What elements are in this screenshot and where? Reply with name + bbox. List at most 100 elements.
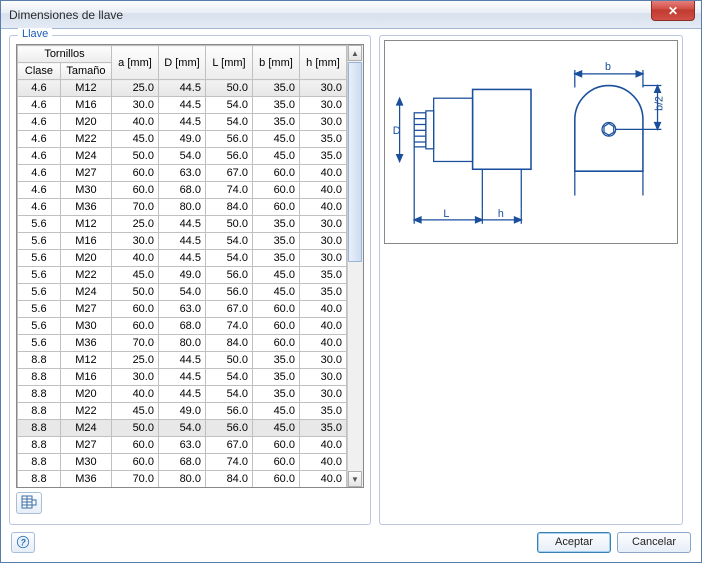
cell-L[interactable]: 50.0 — [205, 80, 252, 97]
cell-tamano[interactable]: M30 — [60, 182, 111, 199]
table-row[interactable]: 8.8M2450.054.056.045.035.0 — [18, 420, 347, 437]
cell-tamano[interactable]: M12 — [60, 216, 111, 233]
cell-b[interactable]: 35.0 — [252, 369, 299, 386]
cell-clase[interactable]: 5.6 — [18, 335, 61, 352]
cell-D[interactable]: 44.5 — [158, 80, 205, 97]
cell-h[interactable]: 40.0 — [299, 301, 346, 318]
cell-b[interactable]: 35.0 — [252, 97, 299, 114]
table-options-button[interactable] — [16, 492, 42, 514]
cell-D[interactable]: 68.0 — [158, 454, 205, 471]
cell-D[interactable]: 68.0 — [158, 182, 205, 199]
cell-tamano[interactable]: M36 — [60, 471, 111, 488]
cell-L[interactable]: 56.0 — [205, 403, 252, 420]
cell-a[interactable]: 45.0 — [111, 403, 158, 420]
cell-b[interactable]: 45.0 — [252, 267, 299, 284]
cell-D[interactable]: 49.0 — [158, 267, 205, 284]
cell-a[interactable]: 50.0 — [111, 420, 158, 437]
cell-b[interactable]: 35.0 — [252, 386, 299, 403]
cell-clase[interactable]: 4.6 — [18, 165, 61, 182]
table-row[interactable]: 4.6M1630.044.554.035.030.0 — [18, 97, 347, 114]
cell-b[interactable]: 45.0 — [252, 403, 299, 420]
cell-tamano[interactable]: M22 — [60, 131, 111, 148]
cell-b[interactable]: 45.0 — [252, 284, 299, 301]
cell-a[interactable]: 30.0 — [111, 369, 158, 386]
col-tamano[interactable]: Tamaño — [60, 63, 111, 80]
cell-h[interactable]: 30.0 — [299, 250, 346, 267]
cell-D[interactable]: 63.0 — [158, 301, 205, 318]
cell-tamano[interactable]: M20 — [60, 386, 111, 403]
cell-L[interactable]: 67.0 — [205, 437, 252, 454]
help-button[interactable]: ? — [11, 532, 35, 553]
cell-D[interactable]: 54.0 — [158, 148, 205, 165]
cell-b[interactable]: 60.0 — [252, 318, 299, 335]
cell-L[interactable]: 84.0 — [205, 199, 252, 216]
cell-h[interactable]: 40.0 — [299, 318, 346, 335]
cell-tamano[interactable]: M27 — [60, 301, 111, 318]
cell-L[interactable]: 56.0 — [205, 267, 252, 284]
col-b[interactable]: b [mm] — [252, 46, 299, 80]
table-row[interactable]: 5.6M3670.080.084.060.040.0 — [18, 335, 347, 352]
table-row[interactable]: 5.6M3060.068.074.060.040.0 — [18, 318, 347, 335]
cell-tamano[interactable]: M16 — [60, 97, 111, 114]
cell-L[interactable]: 74.0 — [205, 182, 252, 199]
cell-tamano[interactable]: M22 — [60, 267, 111, 284]
cell-tamano[interactable]: M16 — [60, 233, 111, 250]
cell-tamano[interactable]: M12 — [60, 80, 111, 97]
cell-D[interactable]: 80.0 — [158, 199, 205, 216]
dimensions-table[interactable]: Tornillos a [mm] D [mm] L [mm] b [mm] h … — [17, 45, 347, 487]
cell-D[interactable]: 44.5 — [158, 369, 205, 386]
cell-h[interactable]: 40.0 — [299, 454, 346, 471]
cell-L[interactable]: 67.0 — [205, 165, 252, 182]
table-row[interactable]: 8.8M2040.044.554.035.030.0 — [18, 386, 347, 403]
table-row[interactable]: 4.6M2245.049.056.045.035.0 — [18, 131, 347, 148]
cell-b[interactable]: 60.0 — [252, 454, 299, 471]
cell-clase[interactable]: 4.6 — [18, 80, 61, 97]
cell-tamano[interactable]: M16 — [60, 369, 111, 386]
cell-h[interactable]: 30.0 — [299, 386, 346, 403]
cell-b[interactable]: 60.0 — [252, 199, 299, 216]
cell-L[interactable]: 56.0 — [205, 420, 252, 437]
table-row[interactable]: 5.6M2760.063.067.060.040.0 — [18, 301, 347, 318]
cell-L[interactable]: 54.0 — [205, 386, 252, 403]
cell-a[interactable]: 30.0 — [111, 97, 158, 114]
cell-D[interactable]: 49.0 — [158, 131, 205, 148]
cell-clase[interactable]: 4.6 — [18, 199, 61, 216]
cell-h[interactable]: 30.0 — [299, 369, 346, 386]
cell-D[interactable]: 44.5 — [158, 97, 205, 114]
cell-L[interactable]: 50.0 — [205, 216, 252, 233]
cell-a[interactable]: 50.0 — [111, 148, 158, 165]
scroll-up-button[interactable]: ▲ — [348, 45, 362, 61]
cell-b[interactable]: 35.0 — [252, 80, 299, 97]
cell-b[interactable]: 35.0 — [252, 114, 299, 131]
cell-tamano[interactable]: M20 — [60, 250, 111, 267]
table-row[interactable]: 8.8M3060.068.074.060.040.0 — [18, 454, 347, 471]
group-header-tornillos[interactable]: Tornillos — [18, 46, 112, 63]
cell-b[interactable]: 35.0 — [252, 250, 299, 267]
col-l[interactable]: L [mm] — [205, 46, 252, 80]
cell-tamano[interactable]: M24 — [60, 284, 111, 301]
cell-D[interactable]: 49.0 — [158, 403, 205, 420]
cell-clase[interactable]: 8.8 — [18, 352, 61, 369]
cell-h[interactable]: 35.0 — [299, 131, 346, 148]
cell-a[interactable]: 45.0 — [111, 131, 158, 148]
cell-h[interactable]: 35.0 — [299, 284, 346, 301]
cell-D[interactable]: 44.5 — [158, 233, 205, 250]
close-button[interactable]: ✕ — [651, 1, 695, 21]
cell-h[interactable]: 30.0 — [299, 233, 346, 250]
cell-clase[interactable]: 5.6 — [18, 216, 61, 233]
cell-a[interactable]: 25.0 — [111, 216, 158, 233]
cell-b[interactable]: 60.0 — [252, 437, 299, 454]
cell-clase[interactable]: 4.6 — [18, 131, 61, 148]
cell-D[interactable]: 44.5 — [158, 352, 205, 369]
cell-L[interactable]: 50.0 — [205, 352, 252, 369]
cell-L[interactable]: 84.0 — [205, 335, 252, 352]
cell-tamano[interactable]: M24 — [60, 420, 111, 437]
cell-tamano[interactable]: M36 — [60, 199, 111, 216]
cell-h[interactable]: 30.0 — [299, 352, 346, 369]
cell-a[interactable]: 70.0 — [111, 199, 158, 216]
cell-clase[interactable]: 5.6 — [18, 267, 61, 284]
cell-a[interactable]: 50.0 — [111, 284, 158, 301]
table-row[interactable]: 4.6M2760.063.067.060.040.0 — [18, 165, 347, 182]
cell-h[interactable]: 30.0 — [299, 216, 346, 233]
cell-clase[interactable]: 4.6 — [18, 148, 61, 165]
